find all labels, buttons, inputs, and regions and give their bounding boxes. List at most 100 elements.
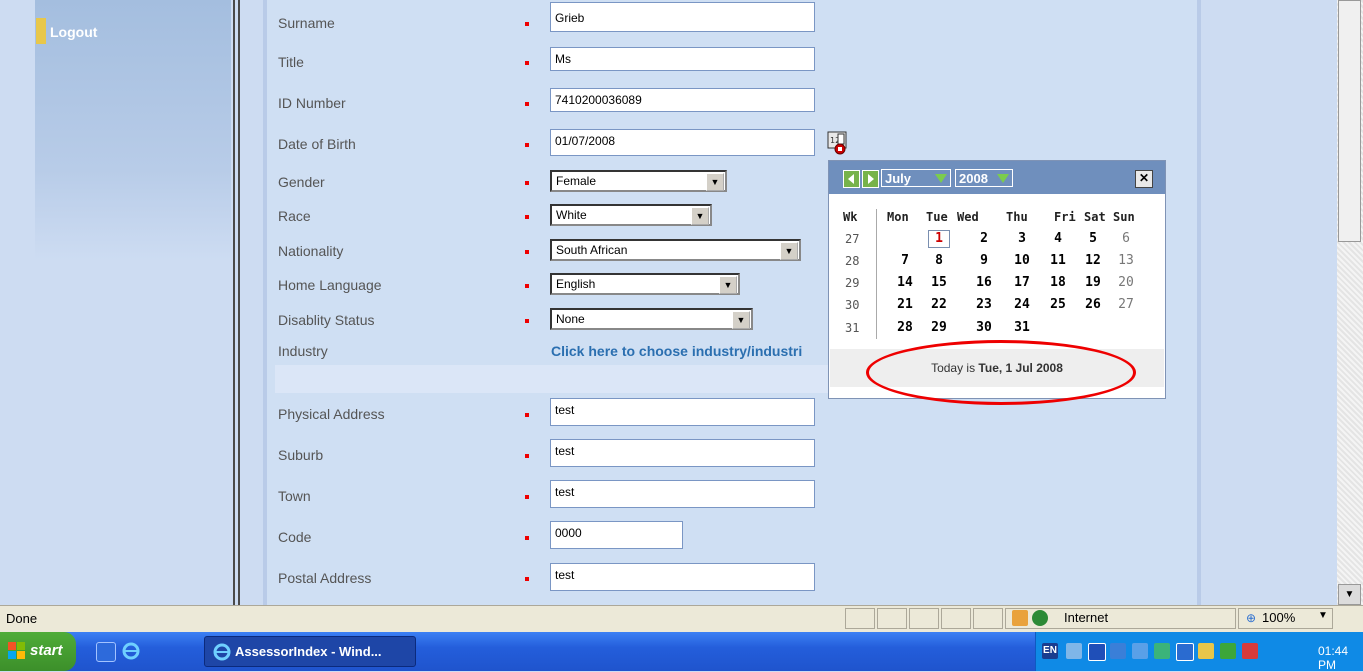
day-cell[interactable]: 13: [1114, 253, 1138, 268]
day-cell[interactable]: 28: [893, 320, 917, 335]
day-cell[interactable]: 18: [1046, 275, 1070, 290]
chevron-down-icon[interactable]: ▼: [1318, 610, 1328, 621]
day-cell[interactable]: 19: [1081, 275, 1105, 290]
gender-select[interactable]: Female ▼: [550, 170, 727, 192]
chevron-down-icon[interactable]: ▼: [706, 173, 724, 191]
physical-address-field[interactable]: test: [550, 398, 815, 426]
day-cell[interactable]: 10: [1010, 253, 1034, 268]
town-field[interactable]: test: [550, 480, 815, 508]
day-cell[interactable]: 16: [972, 275, 996, 290]
tray-icon[interactable]: [1132, 643, 1148, 659]
logout-marker: [36, 18, 46, 44]
day-cell[interactable]: 15: [927, 275, 951, 290]
chevron-down-icon[interactable]: ▼: [780, 242, 798, 260]
logout-link[interactable]: Logout: [50, 24, 97, 40]
quicklaunch-desktop-icon[interactable]: [96, 642, 116, 662]
day-cell[interactable]: 1: [927, 231, 951, 246]
start-label: start: [30, 642, 63, 659]
day-cell[interactable]: 9: [972, 253, 996, 268]
postal-address-field[interactable]: test: [550, 563, 815, 591]
close-icon[interactable]: ✕: [1135, 170, 1153, 188]
tue-header: Tue: [926, 210, 948, 224]
thu-header: Thu: [1006, 210, 1028, 224]
calendar-icon[interactable]: 12: [827, 131, 849, 155]
surname-field[interactable]: Grieb: [550, 2, 815, 32]
day-cell[interactable]: 8: [927, 253, 951, 268]
day-cell[interactable]: 22: [927, 297, 951, 312]
day-cell[interactable]: 25: [1046, 297, 1070, 312]
id-number-label: ID Number: [278, 95, 346, 111]
disability-select[interactable]: None ▼: [550, 308, 753, 330]
start-button[interactable]: start: [0, 632, 76, 671]
day-cell[interactable]: 14: [893, 275, 917, 290]
status-cell: [973, 608, 1003, 629]
day-cell[interactable]: 24: [1010, 297, 1034, 312]
suburb-field[interactable]: test: [550, 439, 815, 467]
chevron-down-icon[interactable]: ▼: [732, 311, 750, 329]
month-dropdown[interactable]: July: [881, 169, 951, 187]
next-month-button[interactable]: [862, 170, 879, 188]
prev-month-button[interactable]: [843, 170, 860, 188]
dob-field[interactable]: 01/07/2008: [550, 129, 815, 156]
required-marker: [525, 215, 529, 219]
suburb-label: Suburb: [278, 447, 324, 463]
internet-explorer-icon[interactable]: [122, 642, 140, 660]
day-cell[interactable]: 31: [1010, 320, 1034, 335]
status-cell: [877, 608, 907, 629]
tray-icon[interactable]: [1176, 643, 1194, 661]
day-cell[interactable]: 4: [1046, 231, 1070, 246]
day-cell[interactable]: 7: [893, 253, 917, 268]
code-label: Code: [278, 529, 312, 545]
day-cell[interactable]: 26: [1081, 297, 1105, 312]
day-cell[interactable]: 23: [972, 297, 996, 312]
tray-icon[interactable]: [1154, 643, 1170, 659]
chevron-down-icon[interactable]: ▼: [691, 207, 709, 225]
id-number-field[interactable]: 7410200036089: [550, 88, 815, 112]
tray-icon[interactable]: [1066, 643, 1082, 659]
day-cell[interactable]: 5: [1081, 231, 1105, 246]
code-field[interactable]: 0000: [550, 521, 683, 549]
day-cell[interactable]: 3: [1010, 231, 1034, 246]
required-marker: [525, 22, 529, 26]
mon-header: Mon: [887, 210, 909, 224]
title-field[interactable]: Ms: [550, 47, 815, 71]
tray-icon[interactable]: [1110, 643, 1126, 659]
day-cell[interactable]: 27: [1114, 297, 1138, 312]
year-dropdown[interactable]: 2008: [955, 169, 1013, 187]
day-cell[interactable]: 2: [972, 231, 996, 246]
network-icon[interactable]: [1220, 643, 1236, 659]
home-language-select[interactable]: English ▼: [550, 273, 740, 295]
zoom-level[interactable]: 100%: [1262, 610, 1295, 625]
day-cell[interactable]: 30: [972, 320, 996, 335]
tray-icon[interactable]: [1088, 643, 1106, 661]
title-label: Title: [278, 54, 304, 70]
day-cell[interactable]: 17: [1010, 275, 1034, 290]
required-marker: [525, 284, 529, 288]
taskbar-window-button[interactable]: AssessorIndex - Wind...: [204, 636, 416, 667]
day-cell[interactable]: 12: [1081, 253, 1105, 268]
tray-icon[interactable]: [1198, 643, 1214, 659]
clock[interactable]: 01:44 PM: [1318, 644, 1363, 672]
race-select[interactable]: White ▼: [550, 204, 712, 226]
disability-label: Disablity Status: [278, 312, 375, 328]
nationality-select[interactable]: South African ▼: [550, 239, 801, 261]
browser-status-bar: Done Internet ⊕ 100% ▼: [0, 605, 1363, 632]
choose-industry-link[interactable]: Click here to choose industry/industri: [551, 343, 829, 359]
day-cell[interactable]: 29: [927, 320, 951, 335]
day-cell[interactable]: 6: [1114, 231, 1138, 246]
scrollbar-thumb[interactable]: [1338, 0, 1361, 242]
week-column-divider: [876, 209, 877, 339]
day-cell[interactable]: 21: [893, 297, 917, 312]
chevron-down-icon[interactable]: ▼: [719, 276, 737, 294]
required-marker: [525, 577, 529, 581]
day-cell[interactable]: 20: [1114, 275, 1138, 290]
status-cell: [909, 608, 939, 629]
section-divider: [275, 365, 835, 393]
tray-icon[interactable]: [1242, 643, 1258, 659]
day-cell[interactable]: 11: [1046, 253, 1070, 268]
week-number: 28: [845, 254, 860, 268]
scroll-down-arrow-icon[interactable]: ▼: [1338, 584, 1361, 605]
language-indicator[interactable]: EN: [1042, 643, 1058, 659]
week-number: 29: [845, 276, 860, 290]
frame-divider: [233, 0, 235, 605]
